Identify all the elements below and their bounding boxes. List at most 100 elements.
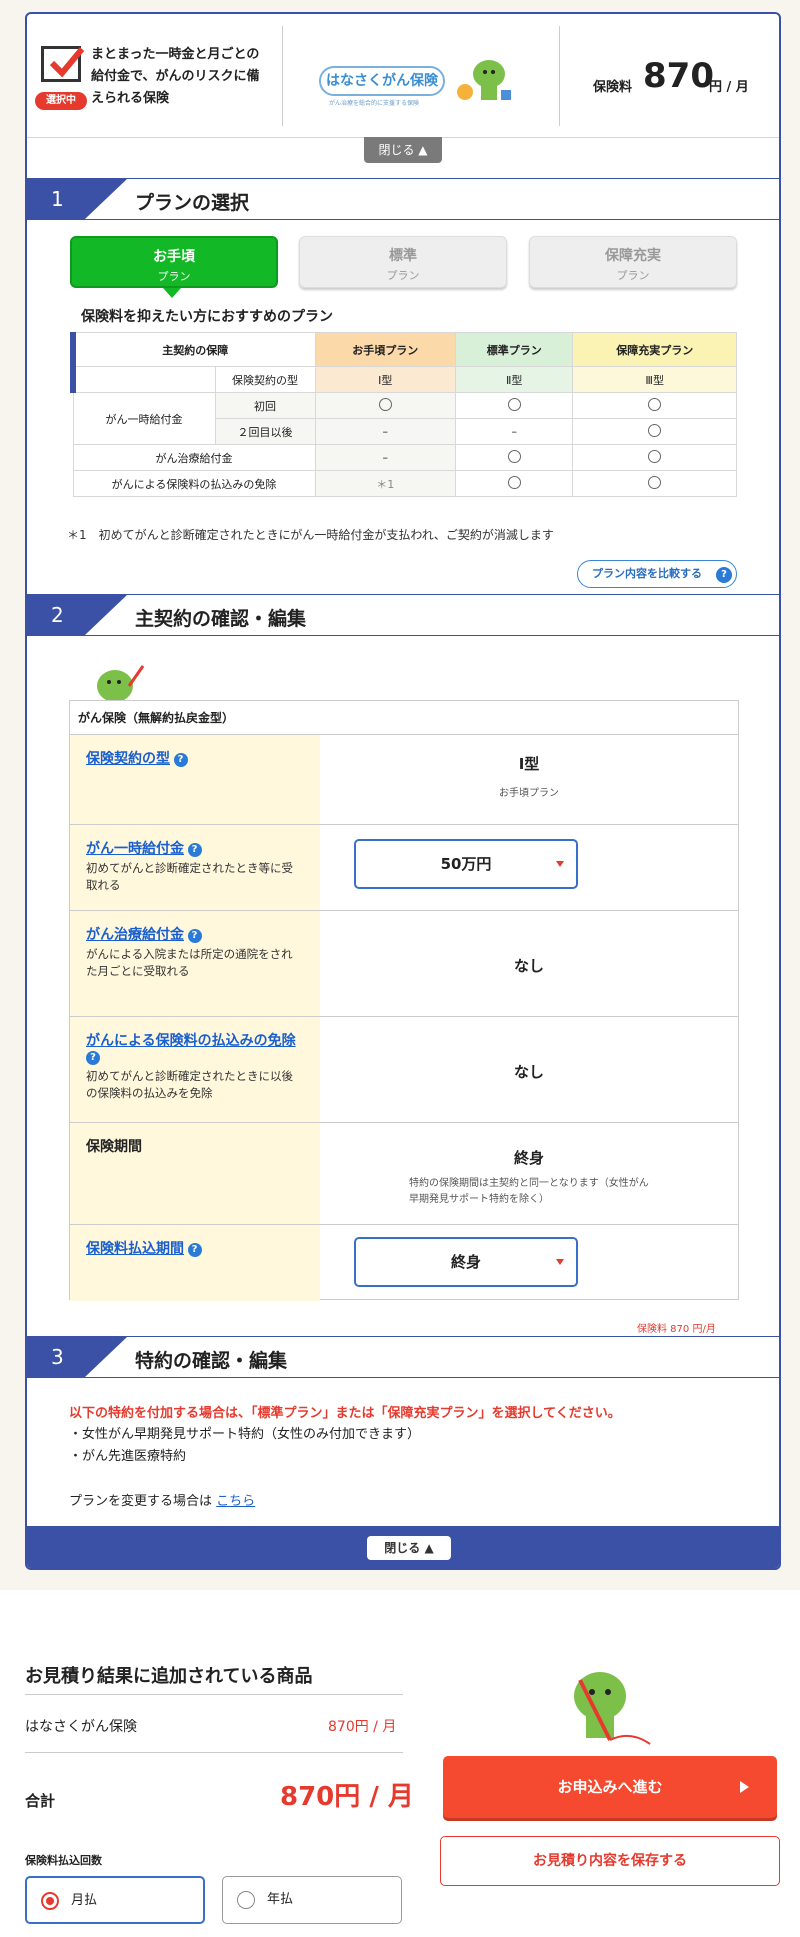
change-text: プランを変更する場合は (69, 1494, 213, 1509)
section-title: 特約の確認・編集 (135, 1350, 288, 1372)
close-button[interactable]: 閉じる ▲ (367, 1536, 451, 1560)
selected-checkbox[interactable] (41, 46, 85, 82)
row-second: ２回目以後 (214, 418, 316, 445)
circle-icon (378, 397, 392, 411)
chevron-down-icon (556, 861, 564, 867)
rider-list: ・女性がん早期発見サポート特約（女性のみ付加できます） ・がん先進医療特約 (69, 1424, 420, 1468)
yearly-label: 年払 (267, 1892, 294, 1907)
contract-title: がん保険（無解約払戻金型） (70, 701, 738, 735)
help-icon: ? (716, 567, 732, 583)
bottom-bar: 閉じる ▲ (27, 1526, 779, 1568)
contract-row: 保険料払込期間 ? 終身 (70, 1225, 738, 1301)
circle-icon (507, 449, 521, 463)
plan-sub: プラン (157, 270, 191, 283)
contract-type-sub: お手頃プラン (499, 788, 559, 799)
plan-button-full[interactable]: 保障充実 プラン (529, 236, 737, 288)
mascot-icon (457, 60, 511, 100)
lump-sum-desc: 初めてがんと診断確定されたとき等に受取れる (86, 861, 293, 892)
treatment-link[interactable]: がん治療給付金 (86, 927, 184, 943)
help-icon[interactable]: ? (187, 929, 202, 943)
payment-period-link[interactable]: 保険料払込期間 (86, 1241, 184, 1257)
product-logo: はなさくがん保険 がん治療を総合的に支援する保険 (319, 54, 519, 107)
help-icon[interactable]: ? (173, 753, 188, 767)
lump-sum-link[interactable]: がん一時給付金 (86, 841, 184, 857)
plan-comparison-table: 主契約の保障 お手頃プラン 標準プラン 保障充実プラン 保険契約の型 Ⅰ型 Ⅱ型… (70, 332, 737, 497)
period-value: 終身 (513, 1149, 544, 1167)
compare-label: プラン内容を比較する (592, 567, 702, 580)
row-waiver: がんによる保険料の払込みの免除 (72, 470, 316, 497)
row-treatment: がん治療給付金 (72, 444, 316, 471)
help-icon[interactable]: ? (86, 1051, 100, 1065)
summary-header: 選択中 まとまった一時金と月ごとの給付金で、がんのリスクに備えられる保険 はなさ… (27, 14, 779, 138)
contract-type-value: Ⅰ型 (518, 755, 540, 773)
arrow-right-icon (740, 1781, 749, 1793)
contract-type-link[interactable]: 保険契約の型 (86, 751, 170, 767)
lump-sum-select[interactable]: 50万円 (354, 839, 578, 889)
monthly-radio[interactable]: 月払 (25, 1876, 205, 1924)
frequency-label: 保険料払込回数 (25, 1854, 102, 1867)
dash-cell: – (454, 418, 574, 445)
plan-button-affordable[interactable]: お手頃 プラン (70, 236, 278, 288)
contract-row: 保険契約の型 ? Ⅰ型 お手頃プラン (70, 735, 738, 825)
contract-row: がん治療給付金 ? がんによる入院または所定の通院をされた月ごとに受取れる なし (70, 911, 738, 1017)
period-note: 特約の保険期間は主契約と同一となります（女性がん早期発見サポート特約を除く） (409, 1178, 649, 1205)
table-col-full: 保障充実プラン (572, 332, 737, 367)
type-cell: Ⅲ型 (572, 366, 737, 393)
type-cell: Ⅱ型 (454, 366, 574, 393)
divider (25, 1694, 403, 1695)
waiver-link[interactable]: がんによる保険料の払込みの免除 (86, 1033, 296, 1049)
section-title: 主契約の確認・編集 (135, 608, 307, 630)
mascot-icon (97, 665, 145, 702)
waiver-desc: 初めてがんと診断確定されたときに以後の保険料の払込みを免除 (86, 1069, 293, 1100)
rider-warning: 以下の特約を付加する場合は、「標準プラン」または「保障充実プラン」を選択してくだ… (69, 1406, 621, 1421)
price-label: 保険料 (593, 80, 633, 95)
star-cell: ＊1 (314, 470, 456, 497)
type-cell: Ⅰ型 (314, 366, 456, 393)
compare-plans-button[interactable]: プラン内容を比較する ? (577, 560, 737, 588)
price-unit: 円 / 月 (709, 80, 749, 95)
total-label: 合計 (25, 1792, 56, 1810)
dash-cell: – (314, 418, 456, 445)
section-2-header: 2 主契約の確認・編集 (27, 594, 779, 636)
divider (282, 26, 283, 126)
section-number: 1 (27, 179, 127, 219)
save-estimate-button[interactable]: お見積り内容を保存する (440, 1836, 780, 1886)
circle-icon (648, 475, 662, 489)
radio-dot-icon (41, 1892, 59, 1910)
plan-button-standard[interactable]: 標準 プラン (299, 236, 507, 288)
change-plan-link[interactable]: こちら (216, 1494, 255, 1509)
plan-name: 保障充実 (605, 248, 661, 264)
table-note: ＊1 初めてがんと診断確定されたときにがん一時給付金が支払われ、ご契約が消滅しま… (67, 528, 554, 542)
result-item-price: 870円 / 月 (328, 1719, 397, 1735)
table-col-affordable: お手頃プラン (314, 332, 456, 367)
help-icon[interactable]: ? (187, 1243, 202, 1257)
close-tab-button[interactable]: 閉じる ▲ (364, 137, 442, 163)
apply-label: お申込みへ進む (557, 1778, 663, 1796)
section-number: 2 (27, 595, 127, 635)
chevron-down-icon (556, 1259, 564, 1265)
selected-arrow (163, 288, 181, 298)
yearly-radio[interactable]: 年払 (222, 1876, 402, 1924)
treatment-desc: がんによる入院または所定の通院をされた月ごとに受取れる (86, 947, 293, 978)
list-item: ・女性がん早期発見サポート特約（女性のみ付加できます） (69, 1427, 421, 1442)
plan-name: 標準 (389, 248, 417, 264)
plan-sub: プラン (616, 269, 650, 282)
plan-description: 保険料を抑えたい方におすすめのプラン (81, 309, 333, 325)
divider (559, 26, 560, 126)
period-label: 保険期間 (86, 1139, 142, 1155)
contract-row: がんによる保険料の払込みの免除 ? 初めてがんと診断確定されたときに以後の保険料… (70, 1017, 738, 1123)
section-number: 3 (27, 1337, 127, 1377)
section-3-header: 3 特約の確認・編集 (27, 1336, 779, 1378)
product-summary-text: まとまった一時金と月ごとの給付金で、がんのリスクに備えられる保険 (91, 47, 260, 106)
main-contract-box: がん保険（無解約払戻金型） 保険契約の型 ? Ⅰ型 お手頃プラン がん一時給付金… (69, 700, 739, 1301)
result-item-name: はなさくがん保険 (25, 1719, 137, 1735)
apply-button[interactable]: お申込みへ進む (443, 1756, 777, 1818)
circle-icon (507, 475, 521, 489)
circle-icon (507, 397, 521, 411)
estimate-result: お見積り結果に追加されている商品 はなさくがん保険 870円 / 月 合計 87… (0, 1590, 800, 1937)
help-icon[interactable]: ? (187, 843, 202, 857)
mascot-icon (574, 1672, 651, 1745)
circle-icon (648, 397, 662, 411)
check-icon (49, 47, 85, 78)
payment-period-select[interactable]: 終身 (354, 1237, 578, 1287)
